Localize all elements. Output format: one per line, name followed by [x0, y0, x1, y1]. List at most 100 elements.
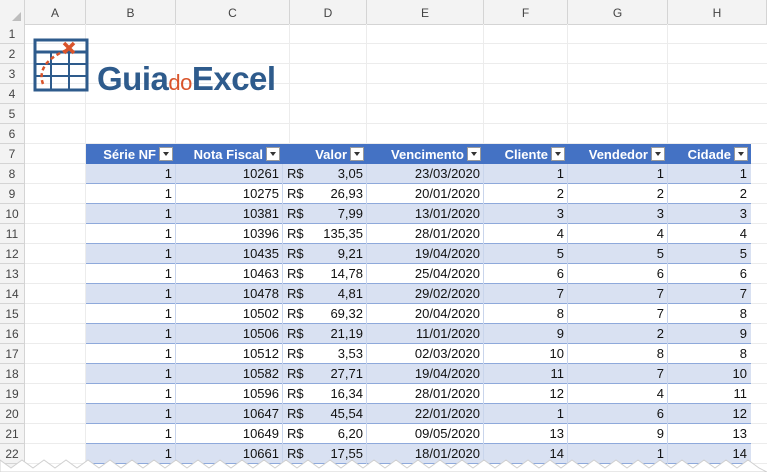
row-header-5[interactable]: 5 [0, 104, 24, 124]
cell-cidade[interactable]: 3 [668, 204, 751, 224]
cell-vencimento[interactable]: 19/04/2020 [367, 244, 484, 264]
cell-serie-nf[interactable]: 1 [86, 364, 176, 384]
cell-cliente[interactable]: 1 [484, 404, 568, 424]
cell-cidade[interactable]: 8 [668, 344, 751, 364]
filter-dropdown-icon[interactable] [350, 147, 364, 161]
cell-vencimento[interactable]: 22/01/2020 [367, 404, 484, 424]
row-header-3[interactable]: 3 [0, 64, 24, 84]
cell-nota-fiscal[interactable]: 10582 [176, 364, 283, 384]
row-header-10[interactable]: 10 [0, 204, 24, 224]
cell-cliente[interactable]: 6 [484, 264, 568, 284]
cell-cidade[interactable]: 9 [668, 324, 751, 344]
cell-vendedor[interactable]: 7 [568, 364, 668, 384]
row-header-18[interactable]: 18 [0, 364, 24, 384]
row-header-12[interactable]: 12 [0, 244, 24, 264]
cell-nota-fiscal[interactable]: 10463 [176, 264, 283, 284]
cell-cidade[interactable]: 13 [668, 424, 751, 444]
cell-cliente[interactable]: 4 [484, 224, 568, 244]
select-all-corner[interactable] [0, 0, 25, 24]
cell-serie-nf[interactable]: 1 [86, 244, 176, 264]
row-header-11[interactable]: 11 [0, 224, 24, 244]
cell-serie-nf[interactable]: 1 [86, 304, 176, 324]
cell-vendedor[interactable]: 1 [568, 164, 668, 184]
cell-serie-nf[interactable]: 1 [86, 404, 176, 424]
cell-vencimento[interactable]: 25/04/2020 [367, 264, 484, 284]
cell-serie-nf[interactable]: 1 [86, 344, 176, 364]
cell-serie-nf[interactable]: 1 [86, 424, 176, 444]
cell-serie-nf[interactable]: 1 [86, 284, 176, 304]
cell-cliente[interactable]: 3 [484, 204, 568, 224]
cell-nota-fiscal[interactable]: 10275 [176, 184, 283, 204]
row-header-9[interactable]: 9 [0, 184, 24, 204]
cell-cliente[interactable]: 12 [484, 384, 568, 404]
row-header-20[interactable]: 20 [0, 404, 24, 424]
row-header-19[interactable]: 19 [0, 384, 24, 404]
cell-cliente[interactable]: 8 [484, 304, 568, 324]
cell-vendedor[interactable]: 6 [568, 404, 668, 424]
cell-cidade[interactable]: 2 [668, 184, 751, 204]
cell-cliente[interactable]: 11 [484, 364, 568, 384]
cell-cidade[interactable]: 10 [668, 364, 751, 384]
cell-cidade[interactable]: 12 [668, 404, 751, 424]
cell-serie-nf[interactable]: 1 [86, 184, 176, 204]
cell-cliente[interactable]: 2 [484, 184, 568, 204]
cell-vencimento[interactable]: 11/01/2020 [367, 324, 484, 344]
cell-vendedor[interactable]: 4 [568, 384, 668, 404]
column-header-h[interactable]: H [668, 0, 767, 24]
row-header-16[interactable]: 16 [0, 324, 24, 344]
cell-cidade[interactable]: 8 [668, 304, 751, 324]
row-header-6[interactable]: 6 [0, 124, 24, 144]
cell-vendedor[interactable]: 9 [568, 424, 668, 444]
cell-vencimento[interactable]: 28/01/2020 [367, 224, 484, 244]
cell-nota-fiscal[interactable]: 10435 [176, 244, 283, 264]
cell-vencimento[interactable]: 23/03/2020 [367, 164, 484, 184]
filter-dropdown-icon[interactable] [467, 147, 481, 161]
cell-nota-fiscal[interactable]: 10396 [176, 224, 283, 244]
cell-vencimento[interactable]: 09/05/2020 [367, 424, 484, 444]
cell-serie-nf[interactable]: 1 [86, 324, 176, 344]
filter-dropdown-icon[interactable] [159, 147, 173, 161]
row-header-1[interactable]: 1 [0, 24, 24, 44]
cell-vendedor[interactable]: 2 [568, 324, 668, 344]
cell-vendedor[interactable]: 7 [568, 304, 668, 324]
cell-nota-fiscal[interactable]: 10478 [176, 284, 283, 304]
cell-serie-nf[interactable]: 1 [86, 164, 176, 184]
column-header-g[interactable]: G [568, 0, 668, 24]
cell-cidade[interactable]: 7 [668, 284, 751, 304]
cell-cidade[interactable]: 4 [668, 224, 751, 244]
cell-vencimento[interactable]: 19/04/2020 [367, 364, 484, 384]
row-header-17[interactable]: 17 [0, 344, 24, 364]
cell-nota-fiscal[interactable]: 10381 [176, 204, 283, 224]
cell-vendedor[interactable]: 7 [568, 284, 668, 304]
row-header-8[interactable]: 8 [0, 164, 24, 184]
filter-dropdown-icon[interactable] [551, 147, 565, 161]
cell-nota-fiscal[interactable]: 10649 [176, 424, 283, 444]
cell-cidade[interactable]: 1 [668, 164, 751, 184]
cell-serie-nf[interactable]: 1 [86, 204, 176, 224]
column-header-b[interactable]: B [86, 0, 176, 24]
cell-nota-fiscal[interactable]: 10647 [176, 404, 283, 424]
row-header-15[interactable]: 15 [0, 304, 24, 324]
filter-dropdown-icon[interactable] [651, 147, 665, 161]
cell-cidade[interactable]: 5 [668, 244, 751, 264]
row-header-2[interactable]: 2 [0, 44, 24, 64]
cell-serie-nf[interactable]: 1 [86, 264, 176, 284]
cell-serie-nf[interactable]: 1 [86, 384, 176, 404]
row-header-21[interactable]: 21 [0, 424, 24, 444]
cell-vencimento[interactable]: 28/01/2020 [367, 384, 484, 404]
cell-cliente[interactable]: 10 [484, 344, 568, 364]
filter-dropdown-icon[interactable] [734, 147, 748, 161]
cell-vendedor[interactable]: 3 [568, 204, 668, 224]
cell-vendedor[interactable]: 6 [568, 264, 668, 284]
cell-cliente[interactable]: 5 [484, 244, 568, 264]
cell-vencimento[interactable]: 20/01/2020 [367, 184, 484, 204]
cell-serie-nf[interactable]: 1 [86, 224, 176, 244]
row-header-7[interactable]: 7 [0, 144, 24, 164]
cell-vendedor[interactable]: 2 [568, 184, 668, 204]
cell-cliente[interactable]: 9 [484, 324, 568, 344]
cell-cliente[interactable]: 13 [484, 424, 568, 444]
cell-vencimento[interactable]: 29/02/2020 [367, 284, 484, 304]
column-header-c[interactable]: C [176, 0, 290, 24]
row-header-13[interactable]: 13 [0, 264, 24, 284]
cell-cidade[interactable]: 6 [668, 264, 751, 284]
